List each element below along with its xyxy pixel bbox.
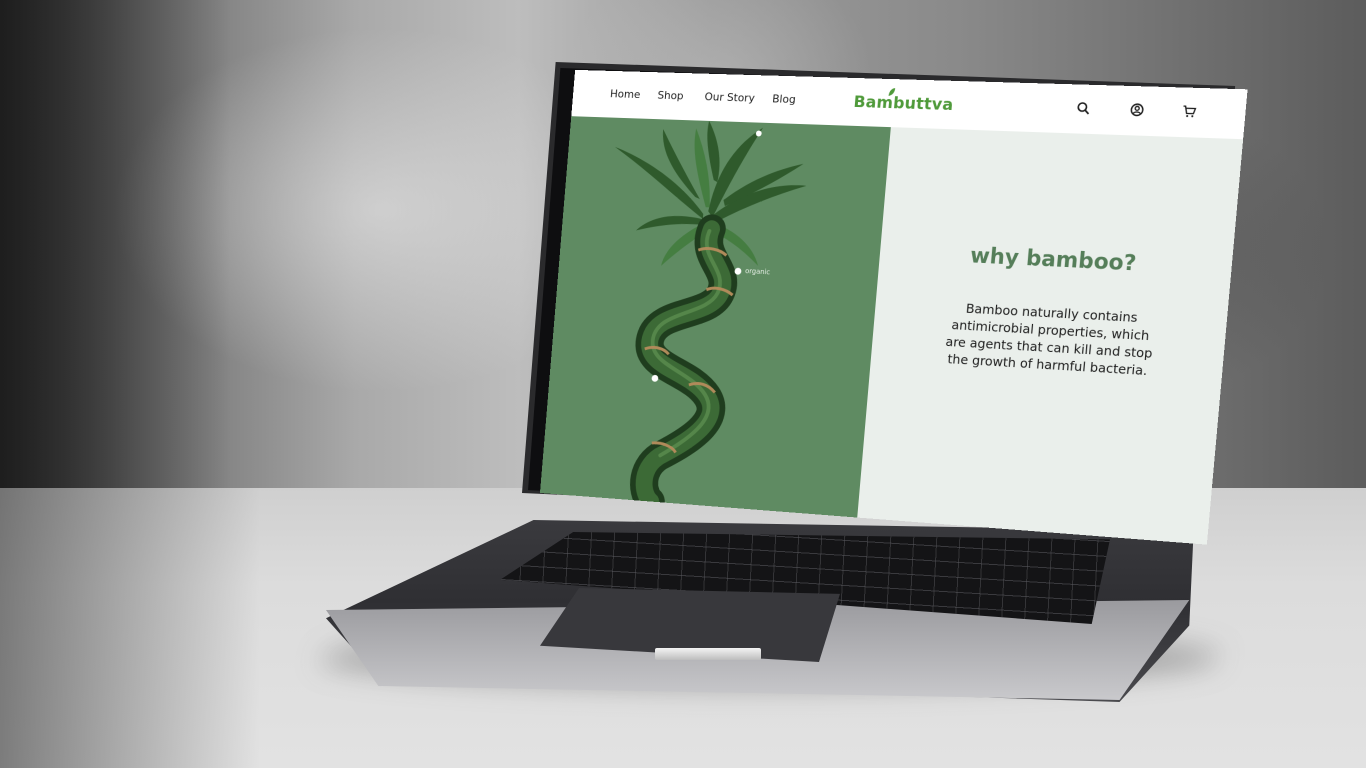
brand-name: Bambuttva <box>852 91 955 115</box>
cart-icon[interactable] <box>1181 104 1197 119</box>
section-body: Bamboo naturally contains antimicrobial … <box>945 300 1154 379</box>
nav-link-home[interactable]: Home <box>610 87 641 101</box>
hero-image-panel: organic <box>539 116 891 518</box>
website-screen: Home Shop Our Story Blog Bambuttva organ… <box>539 69 1248 545</box>
leaf-icon <box>888 87 896 97</box>
why-bamboo-panel: why bamboo? Bamboo naturally contains an… <box>857 127 1244 545</box>
section-title: why bamboo? <box>969 243 1138 276</box>
nav-link-shop[interactable]: Shop <box>657 89 684 103</box>
search-icon[interactable] <box>1075 101 1091 116</box>
organic-label: organic <box>744 267 771 277</box>
lucky-bamboo-image <box>540 120 807 517</box>
account-icon[interactable] <box>1129 102 1145 117</box>
nav-link-blog[interactable]: Blog <box>772 92 797 106</box>
desk-shadow <box>0 488 260 768</box>
brand-logo[interactable]: Bambuttva <box>852 87 955 115</box>
nav-link-our-story[interactable]: Our Story <box>704 90 755 104</box>
laptop-front-notch <box>655 648 761 660</box>
